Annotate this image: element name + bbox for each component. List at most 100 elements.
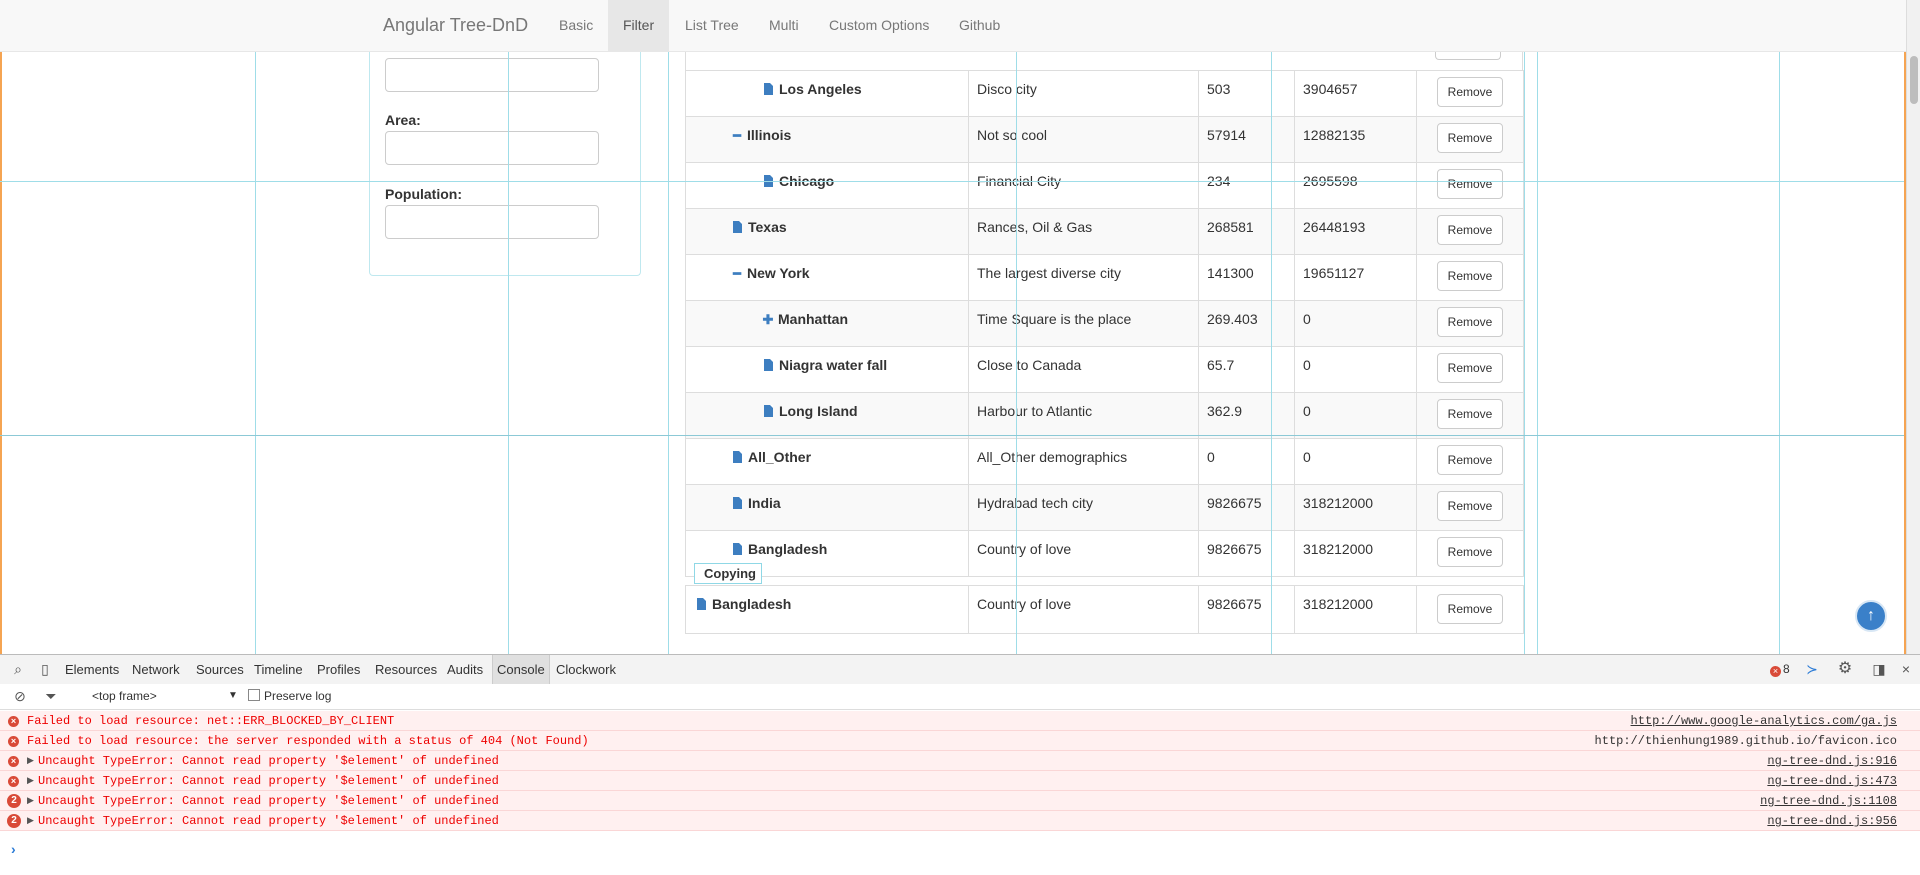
console-error-message[interactable]: × ▶ Uncaught TypeError: Cannot read proper…	[0, 771, 1920, 791]
tree-node-name: Bangladesh	[748, 541, 828, 557]
tree-description: Hydrabad tech city	[968, 484, 1199, 531]
page-scrollbar[interactable]	[1906, 0, 1920, 654]
tree-row[interactable]: Chicago Financial City 234 2695598 Remove	[685, 162, 1524, 209]
tree-action-cell: Remove	[1416, 116, 1524, 163]
nav-item-filter[interactable]: Filter	[608, 0, 670, 51]
dock-side-icon[interactable]: ◨	[1870, 660, 1888, 678]
inspect-search-icon[interactable]: ⌕	[9, 660, 27, 678]
remove-button[interactable]: Remove	[1437, 537, 1503, 567]
error-icon: ×	[8, 756, 19, 767]
console-messages: × Failed to load resource: net::ERR_BLOCK…	[0, 711, 1920, 831]
error-count-badge[interactable]: × 8	[1770, 655, 1790, 684]
filter-icon[interactable]: ⏷	[42, 687, 60, 705]
console-message-source-link[interactable]: ng-tree-dnd.js:473	[1767, 771, 1897, 791]
tree-row[interactable]: ━ Illinois Not so cool 57914 12882135 Remove	[685, 116, 1524, 163]
tree-row[interactable]: India Hydrabad tech city 9826675 318212000 R…	[685, 484, 1524, 531]
tree-row[interactable]: All_Other All_Other demographics 0 0 Remove	[685, 438, 1524, 485]
tree-name-cell: Chicago	[685, 162, 969, 209]
collapse-minus-icon[interactable]: ━	[730, 126, 744, 146]
remove-button[interactable]: Remove	[1437, 445, 1503, 475]
device-mode-icon[interactable]: ▯	[36, 660, 54, 678]
scroll-to-top-button[interactable]: ↑	[1855, 600, 1887, 632]
console-prompt[interactable]: ›	[11, 841, 16, 857]
devtools-tab-audits[interactable]: Audits	[443, 655, 487, 684]
nav-item-multi[interactable]: Multi	[754, 0, 814, 51]
remove-button[interactable]: Remove	[1437, 491, 1503, 521]
devtools-tab-console[interactable]: Console	[492, 655, 550, 684]
tree-row[interactable]: Los Angeles Disco city 503 3904657 Remove	[685, 70, 1524, 117]
devtools-tab-bar: ⌕ ▯ Elements Network Sources Timeline Pr…	[0, 655, 1920, 685]
settings-gear-icon[interactable]: ⚙	[1836, 660, 1854, 678]
console-error-message[interactable]: 2 ▶ Uncaught TypeError: Cannot read proper…	[0, 791, 1920, 811]
expand-plus-icon[interactable]: ✚	[761, 310, 775, 330]
devtools-tab-profiles[interactable]: Profiles	[313, 655, 364, 684]
remove-button[interactable]: Remove	[1437, 594, 1503, 624]
error-icon: ×	[1770, 666, 1781, 677]
remove-button[interactable]: Remove	[1437, 307, 1503, 337]
console-error-message[interactable]: × Failed to load resource: net::ERR_BLOCK…	[0, 711, 1920, 731]
frame-select-value: <top frame>	[92, 689, 157, 703]
remove-button[interactable]: Remove	[1437, 169, 1503, 199]
tree-description: All_Other demographics	[968, 438, 1199, 485]
console-drawer-icon[interactable]: ≻	[1803, 660, 1821, 678]
devtools-tab-clockwork[interactable]: Clockwork	[552, 655, 620, 684]
devtools-tab-timeline[interactable]: Timeline	[250, 655, 307, 684]
error-icon: ×	[8, 736, 19, 747]
console-message-text: Uncaught TypeError: Cannot read property…	[38, 774, 499, 788]
clipped-table-row	[685, 51, 1523, 70]
console-error-message[interactable]: 2 ▶ Uncaught TypeError: Cannot read proper…	[0, 811, 1920, 831]
console-message-source-link[interactable]: ng-tree-dnd.js:916	[1767, 751, 1897, 771]
drag-ghost-row[interactable]: Bangladesh Country of love 9826675 31821…	[685, 585, 1524, 634]
tree-row[interactable]: ✚ Manhattan Time Square is the place 269.40…	[685, 300, 1524, 347]
devtools-tab-sources[interactable]: Sources	[192, 655, 248, 684]
console-error-message[interactable]: × ▶ Uncaught TypeError: Cannot read proper…	[0, 751, 1920, 771]
devtools-tab-resources[interactable]: Resources	[371, 655, 441, 684]
console-error-message[interactable]: × Failed to load resource: the server res…	[0, 731, 1920, 751]
ghost-area: 9826675	[1198, 585, 1295, 634]
description-input[interactable]	[385, 58, 599, 92]
nav-item-custom-options[interactable]: Custom Options	[814, 0, 944, 51]
tree-name-cell: All_Other	[685, 438, 969, 485]
devtools-tab-network[interactable]: Network	[128, 655, 184, 684]
tree-node-name: India	[748, 495, 781, 511]
expand-triangle-icon[interactable]: ▶	[27, 811, 34, 831]
close-icon[interactable]: ×	[1897, 660, 1915, 678]
remove-button[interactable]: Remove	[1437, 215, 1503, 245]
tree-row[interactable]: ━ New York The largest diverse city 141300 1…	[685, 254, 1524, 301]
preserve-log-checkbox[interactable]: Preserve log	[248, 687, 331, 705]
nav-item-github[interactable]: Github	[944, 0, 1015, 51]
area-input[interactable]	[385, 131, 599, 165]
remove-button[interactable]: Remove	[1437, 77, 1503, 107]
population-input[interactable]	[385, 205, 599, 239]
expand-triangle-icon[interactable]: ▶	[27, 751, 34, 771]
tree-description: Time Square is the place	[968, 300, 1199, 347]
frame-select[interactable]: <top frame> ▼	[92, 686, 242, 706]
file-icon	[733, 543, 742, 555]
nav-item-list-tree[interactable]: List Tree	[670, 0, 754, 51]
tree-row[interactable]: Texas Rances, Oil & Gas 268581 26448193 Remo…	[685, 208, 1524, 255]
remove-button[interactable]: Remove	[1437, 399, 1503, 429]
tree-row[interactable]: Long Island Harbour to Atlantic 362.9 0 Remo…	[685, 392, 1524, 439]
tree-row[interactable]: Niagra water fall Close to Canada 65.7 0 Rem…	[685, 346, 1524, 393]
tree-row[interactable]: Bangladesh Country of love 9826675 31821200…	[685, 530, 1524, 577]
nav-item-basic[interactable]: Basic	[544, 0, 608, 51]
devtools-tab-elements[interactable]: Elements	[61, 655, 123, 684]
remove-button[interactable]: Remove	[1437, 261, 1503, 291]
console-message-source-link[interactable]: ng-tree-dnd.js:956	[1767, 811, 1897, 831]
scrollbar-thumb[interactable]	[1910, 56, 1918, 104]
clear-console-icon[interactable]: ⊘	[11, 687, 29, 705]
console-message-source-link[interactable]: ng-tree-dnd.js:1108	[1760, 791, 1897, 811]
console-message-source-link[interactable]: http://www.google-analytics.com/ga.js	[1631, 711, 1897, 731]
guide-line	[1537, 0, 1538, 654]
collapse-minus-icon[interactable]: ━	[730, 264, 744, 284]
remove-button[interactable]: Remove	[1437, 123, 1503, 153]
navbar: Angular Tree-DnD Basic Filter List Tree …	[0, 0, 1906, 52]
console-message-text: Uncaught TypeError: Cannot read property…	[38, 814, 499, 828]
tree-description: Harbour to Atlantic	[968, 392, 1199, 439]
console-message-source-link[interactable]: http://thienhung1989.github.io/favicon.i…	[1595, 731, 1897, 751]
expand-triangle-icon[interactable]: ▶	[27, 771, 34, 791]
error-count-icon: 2	[7, 794, 21, 808]
navbar-brand[interactable]: Angular Tree-DnD	[383, 0, 528, 51]
remove-button[interactable]: Remove	[1437, 353, 1503, 383]
expand-triangle-icon[interactable]: ▶	[27, 791, 34, 811]
